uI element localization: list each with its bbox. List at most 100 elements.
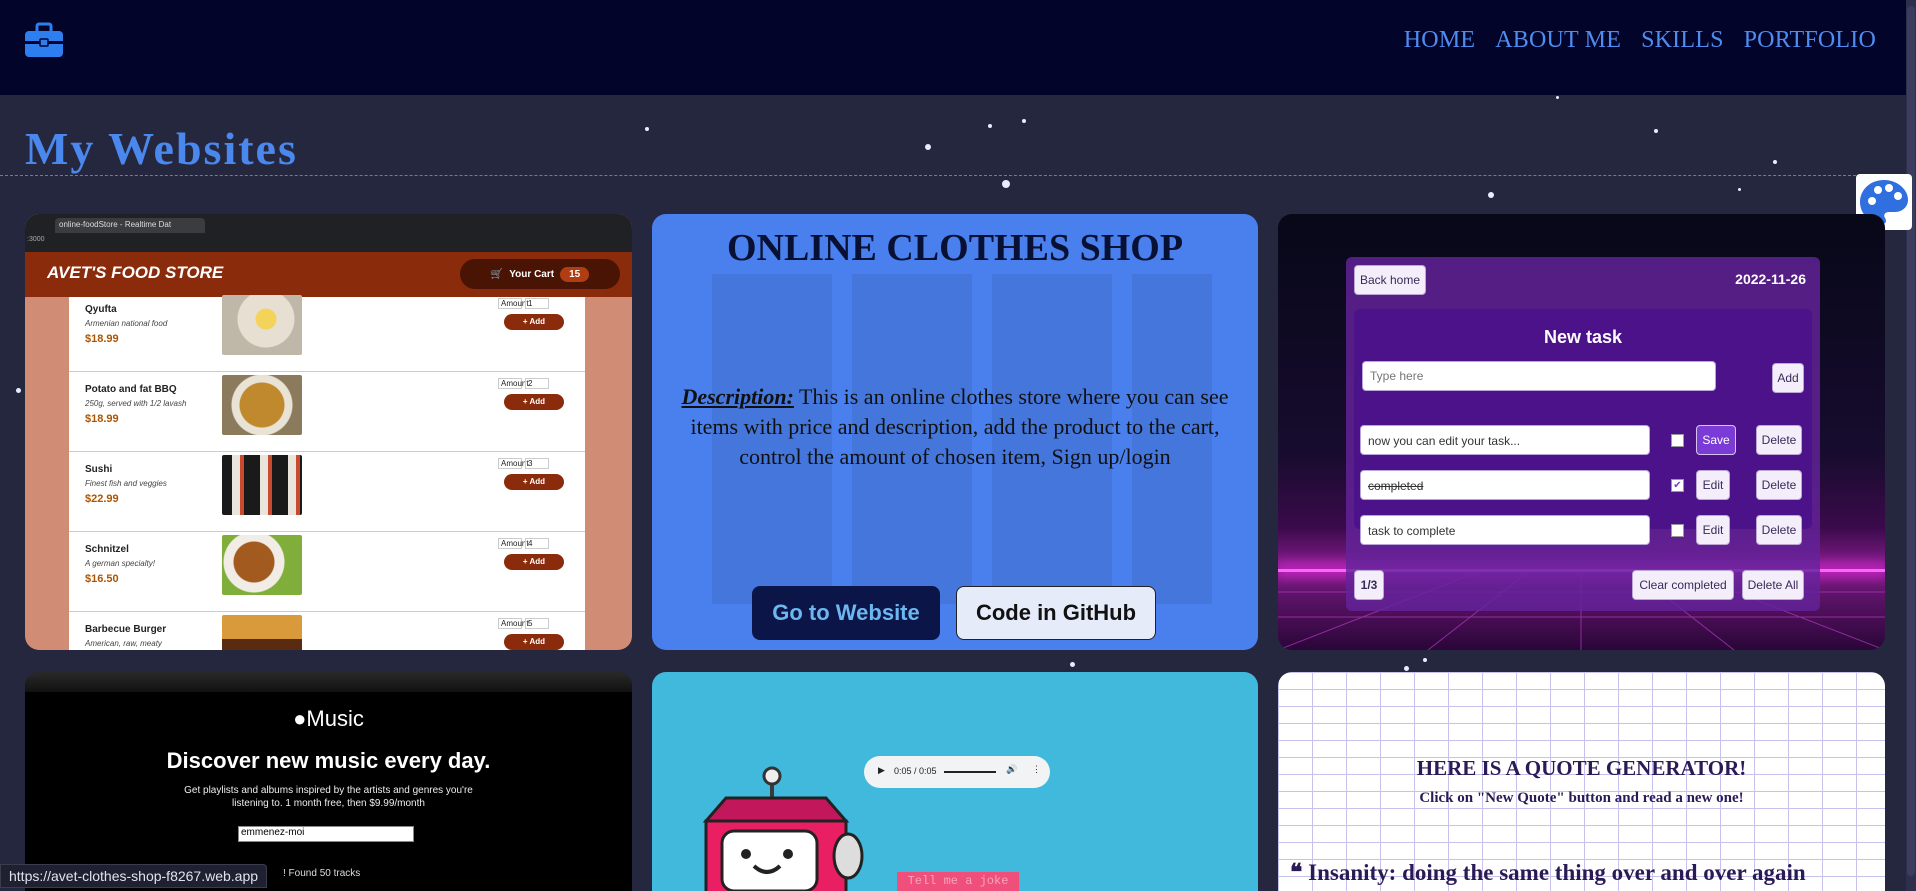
cart-icon: 🛒 (490, 268, 504, 280)
page-scrollbar[interactable] (1906, 0, 1916, 891)
task-text[interactable]: now you can edit your task... (1360, 425, 1650, 455)
card-description: Description: This is an online clothes s… (660, 382, 1250, 472)
browser-chrome (25, 672, 632, 692)
meal-name: Qyufta (85, 304, 117, 315)
volume-icon[interactable]: 🔊 (1006, 764, 1017, 775)
meal-image (222, 455, 302, 515)
task-checkbox[interactable] (1671, 434, 1684, 447)
meal-price: $22.99 (85, 493, 119, 505)
audio-time: 0:05 / 0:05 (894, 766, 937, 776)
amount-field[interactable]: Amount5 (495, 618, 549, 629)
new-task-input[interactable] (1362, 361, 1716, 391)
add-button[interactable]: + Add (504, 554, 564, 570)
clear-completed-button[interactable]: Clear completed (1632, 570, 1734, 600)
audio-player[interactable]: ▶ 0:05 / 0:05 🔊 ⋮ (864, 756, 1050, 788)
task-checkbox-checked[interactable]: ✔ (1671, 479, 1684, 492)
scrollbar-thumb[interactable] (1907, 6, 1915, 876)
new-task-title: New task (1543, 327, 1623, 347)
tell-joke-button[interactable]: Tell me a joke (897, 872, 1019, 891)
add-button[interactable]: + Add (504, 634, 564, 650)
meal-item: Barbecue Burger American, raw, meaty Amo… (69, 612, 585, 650)
add-button[interactable]: + Add (504, 314, 564, 330)
meal-desc: 250g, served with 1/2 lavash (85, 399, 187, 408)
delete-task-button[interactable]: Delete (1756, 470, 1802, 500)
browser-tab: online-foodStore - Realtime Dat (55, 218, 205, 233)
meal-price: $18.99 (85, 413, 119, 425)
joke-robot-card[interactable]: ▶ 0:05 / 0:05 🔊 ⋮ Tell me a joke (652, 672, 1258, 891)
meal-item: Potato and fat BBQ 250g, served with 1/2… (69, 372, 585, 452)
save-task-button[interactable]: Save (1696, 425, 1736, 455)
todo-panel: Back home 2022-11-26 New task Add now yo… (1346, 257, 1820, 611)
music-subline: Get playlists and albums inspired by the… (184, 785, 473, 809)
play-icon[interactable]: ▶ (878, 765, 885, 776)
delete-task-button[interactable]: Delete (1756, 425, 1802, 455)
music-headline: Discover new music every day. (166, 748, 491, 773)
music-app-card[interactable]: ●Music Discover new music every day. Get… (25, 672, 632, 891)
amount-field[interactable]: Amount3 (495, 458, 549, 469)
more-icon[interactable]: ⋮ (1032, 764, 1041, 775)
amount-field[interactable]: Amount4 (495, 538, 549, 549)
code-in-github-button[interactable]: Code in GitHub (956, 586, 1156, 640)
audio-progress[interactable] (944, 771, 996, 773)
meal-desc: A german specialty! (85, 559, 155, 568)
task-checkbox[interactable] (1671, 524, 1684, 537)
meal-image (222, 535, 302, 595)
nav-about-link[interactable]: ABOUT ME (1495, 27, 1621, 54)
edit-task-button[interactable]: Edit (1696, 515, 1730, 545)
food-store-card[interactable]: online-foodStore - Realtime Dat :3000 AV… (25, 214, 632, 650)
task-text[interactable]: task to complete (1360, 515, 1650, 545)
go-to-website-button[interactable]: Go to Website (752, 586, 940, 640)
cart-button[interactable]: 🛒 Your Cart 15 (460, 259, 620, 289)
meal-name: Potato and fat BBQ (85, 384, 177, 395)
description-label: Description: (681, 384, 794, 409)
meal-price: $16.50 (85, 573, 119, 585)
main-nav: HOME ABOUT ME SKILLS PORTFOLIO (1404, 27, 1876, 54)
nav-skills-link[interactable]: SKILLS (1641, 27, 1724, 54)
nav-home-link[interactable]: HOME (1404, 27, 1475, 54)
clothes-shop-card: ONLINE CLOTHES SHOP Description: This is… (652, 214, 1258, 650)
quote-text: ❝ Insanity: doing the same thing over an… (1290, 860, 1806, 885)
browser-chrome: online-foodStore - Realtime Dat :3000 (25, 214, 632, 252)
todo-app-card[interactable]: Back home 2022-11-26 New task Add now yo… (1278, 214, 1885, 650)
add-button[interactable]: + Add (504, 474, 564, 490)
status-bar-url: https://avet-clothes-shop-f8267.web.app (0, 864, 268, 888)
briefcase-icon[interactable] (24, 22, 64, 58)
food-store-header: AVET'S FOOD STORE 🛒 Your Cart 15 (25, 252, 632, 297)
meal-list: Qyufta Armenian national food $18.99 Amo… (69, 295, 585, 650)
meal-name: Schnitzel (85, 544, 129, 555)
task-text[interactable]: completed (1360, 470, 1650, 500)
back-home-button[interactable]: Back home (1354, 265, 1426, 295)
cart-label: Your Cart (509, 268, 555, 280)
meal-image (222, 615, 302, 650)
nav-portfolio-link[interactable]: PORTFOLIO (1744, 27, 1876, 54)
music-search-input[interactable]: emmenez-moi (238, 826, 414, 842)
title-divider (0, 175, 1906, 176)
apple-music-logo: ●Music (293, 706, 364, 731)
meal-item: Sushi Finest fish and veggies $22.99 Amo… (69, 452, 585, 532)
robot-icon (702, 766, 864, 891)
quote-icon: ❝ (1290, 860, 1309, 885)
meal-name: Barbecue Burger (85, 624, 167, 635)
top-navbar: HOME ABOUT ME SKILLS PORTFOLIO (0, 0, 1916, 95)
meal-image (222, 375, 302, 435)
card-title: ONLINE CLOTHES SHOP (726, 227, 1184, 269)
amount-field[interactable]: Amount2 (495, 378, 549, 389)
delete-all-button[interactable]: Delete All (1742, 570, 1804, 600)
found-tracks-text: ! Found 50 tracks (283, 868, 361, 879)
quote-generator-card[interactable]: HERE IS A QUOTE GENERATOR! Click on "New… (1278, 672, 1885, 891)
meal-price: $18.99 (85, 333, 119, 345)
meal-name: Sushi (85, 464, 113, 475)
cart-count-badge: 15 (560, 266, 590, 282)
meal-desc: Armenian national food (85, 319, 168, 328)
delete-task-button[interactable]: Delete (1756, 515, 1802, 545)
task-counter: 1/3 (1354, 570, 1384, 600)
quote-subtitle: Click on "New Quote" button and read a n… (1419, 790, 1744, 806)
add-task-button[interactable]: Add (1772, 363, 1804, 393)
add-button[interactable]: + Add (504, 394, 564, 410)
edit-task-button[interactable]: Edit (1696, 470, 1730, 500)
amount-field[interactable]: Amount1 (495, 298, 549, 309)
meal-image (222, 295, 302, 355)
apple-icon: ● (293, 706, 307, 731)
meal-desc: Finest fish and veggies (85, 479, 167, 488)
meal-item: Qyufta Armenian national food $18.99 Amo… (69, 292, 585, 372)
